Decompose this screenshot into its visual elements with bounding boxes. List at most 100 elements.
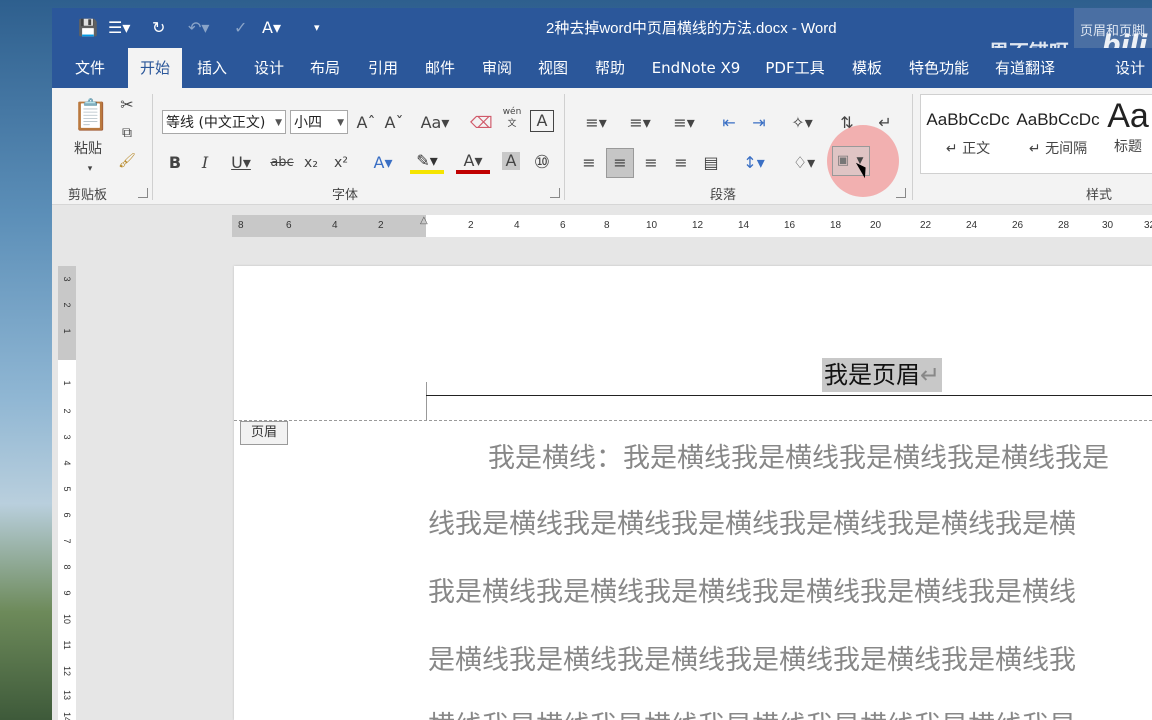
- tab-header-design[interactable]: 设计: [1108, 48, 1152, 88]
- italic-icon[interactable]: I: [196, 152, 214, 174]
- character-shading-icon[interactable]: A: [502, 152, 520, 170]
- align-left-icon[interactable]: ≡: [578, 152, 600, 174]
- style-normal[interactable]: AaBbCcDc ↵ 正文: [924, 98, 1012, 168]
- tab-templates[interactable]: 模板: [842, 48, 892, 88]
- chinese-layout-icon[interactable]: ✧▾: [784, 112, 820, 134]
- header-boundary: [234, 420, 1152, 421]
- style-heading[interactable]: Aa 标题: [1104, 98, 1152, 168]
- font-name-combo[interactable]: 等线 (中文正文) ▼: [162, 110, 286, 134]
- borders-icon[interactable]: ▣: [836, 150, 850, 172]
- tab-review[interactable]: 审阅: [472, 48, 522, 88]
- header-text[interactable]: 我是页眉↵: [822, 358, 943, 392]
- cut-icon[interactable]: ✂: [116, 94, 138, 116]
- indent-marker-icon[interactable]: △: [420, 215, 428, 226]
- chevron-down-icon[interactable]: ▼: [337, 111, 344, 135]
- tab-mailings[interactable]: 邮件: [414, 48, 466, 88]
- ruler-margin-shade: [232, 215, 426, 237]
- multilevel-list-icon[interactable]: ≡▾: [666, 112, 702, 134]
- body-line[interactable]: 我是横线我是横线我是横线我是横线我是横线我是横线: [428, 570, 1076, 609]
- ruler-tick: 7: [62, 538, 72, 544]
- horizontal-ruler[interactable]: 8 6 4 2 2 4 6 8 10 12 14 16 18 20 22 24 …: [232, 215, 1152, 237]
- tab-youdao-translate[interactable]: 有道翻译: [990, 48, 1060, 88]
- ruler-tick: 10: [646, 220, 658, 231]
- document-page[interactable]: 我是页眉↵ 页眉 我是横线：我是横线我是横线我是横线我是横线我是 线我是横线我是…: [234, 266, 1152, 720]
- bullets-icon[interactable]: ≡▾: [578, 112, 614, 134]
- vertical-ruler[interactable]: 3 2 1 1 2 3 4 5 6 7 8 9 10 11 12 13 14: [58, 266, 76, 720]
- style-name: ↵ 无间隔: [1028, 141, 1088, 157]
- margin-corner-mark: [426, 382, 427, 420]
- paste-dropdown-icon[interactable]: ▾: [80, 158, 100, 180]
- clear-formatting-icon[interactable]: ⌫: [470, 112, 493, 134]
- tab-pdf-tools[interactable]: PDF工具: [760, 48, 830, 88]
- chevron-down-icon[interactable]: ▼: [275, 111, 282, 135]
- format-painter-icon[interactable]: 🖌: [116, 150, 138, 172]
- text-effects-icon[interactable]: A▾: [366, 152, 400, 174]
- format-painter-qa-icon[interactable]: ✓: [234, 18, 247, 38]
- tab-special-features[interactable]: 特色功能: [902, 48, 976, 88]
- body-line[interactable]: 线我是横线我是横线我是横线我是横线我是横线我是横: [428, 502, 1076, 541]
- paste-button[interactable]: 粘贴: [68, 138, 108, 160]
- distributed-icon[interactable]: ▤: [700, 152, 722, 174]
- decrease-indent-icon[interactable]: ⇤: [718, 112, 740, 134]
- clipboard-launcher-icon[interactable]: [138, 188, 148, 198]
- bold-icon[interactable]: B: [166, 152, 184, 174]
- ruler-tick: 2: [62, 408, 72, 414]
- separator: [912, 94, 913, 200]
- ruler-tick: 1: [62, 380, 72, 386]
- shading-icon[interactable]: ♢▾: [786, 152, 822, 174]
- paste-icon[interactable]: 📋: [72, 96, 109, 136]
- line-spacing-icon[interactable]: ↕▾: [736, 152, 772, 174]
- save-icon[interactable]: 💾: [78, 18, 98, 38]
- increase-indent-icon[interactable]: ⇥: [748, 112, 770, 134]
- font-color-icon[interactable]: A▾: [456, 152, 490, 174]
- font-size-combo[interactable]: 小四 ▼: [290, 110, 348, 134]
- customize-qa-icon[interactable]: ▾: [314, 18, 320, 38]
- tab-home[interactable]: 开始: [128, 48, 182, 88]
- justify-icon[interactable]: ≡: [670, 152, 692, 174]
- strikethrough-icon[interactable]: abc: [268, 152, 296, 174]
- change-case-icon[interactable]: Aa▾: [418, 112, 452, 134]
- tab-layout[interactable]: 布局: [300, 48, 350, 88]
- copy-icon[interactable]: ⧉: [116, 122, 138, 144]
- tab-references[interactable]: 引用: [358, 48, 408, 88]
- style-sample: AaBbCcDc: [926, 110, 1010, 129]
- tab-design[interactable]: 设计: [244, 48, 294, 88]
- superscript-icon[interactable]: x²: [330, 152, 352, 174]
- phonetic-label: wén: [502, 107, 522, 117]
- highlight-icon[interactable]: ✎▾: [410, 152, 444, 174]
- undo-icon[interactable]: ↶▾: [188, 18, 209, 38]
- style-sample: Aa: [1107, 98, 1149, 134]
- touch-mode-icon[interactable]: ☰▾: [108, 18, 130, 38]
- tab-insert[interactable]: 插入: [186, 48, 238, 88]
- align-right-icon[interactable]: ≡: [640, 152, 662, 174]
- redo-icon[interactable]: ↻: [152, 18, 165, 38]
- ruler-tick: 8: [604, 220, 610, 231]
- ruler-tick: 8: [62, 564, 72, 570]
- tab-endnote[interactable]: EndNote X9: [646, 48, 746, 88]
- tab-view[interactable]: 视图: [528, 48, 578, 88]
- character-border-icon[interactable]: A: [530, 110, 554, 132]
- style-no-spacing[interactable]: AaBbCcDc ↵ 无间隔: [1014, 98, 1102, 168]
- align-center-icon[interactable]: ≡: [606, 148, 634, 178]
- numbering-icon[interactable]: ≡▾: [622, 112, 658, 134]
- separator: [152, 94, 153, 200]
- body-line[interactable]: 横线我是横线我是横线我是横线我是横线我是横线我是: [428, 704, 1076, 720]
- shrink-font-icon[interactable]: Aˇ: [384, 112, 404, 134]
- font-launcher-icon[interactable]: [550, 188, 560, 198]
- font-qa-icon[interactable]: A▾: [262, 18, 281, 38]
- ribbon: 📋 粘贴 ▾ ✂ ⧉ 🖌 剪贴板 等线 (中文正文) ▼ 小四 ▼ Aˆ Aˇ Aa…: [52, 88, 1152, 205]
- paragraph-launcher-icon[interactable]: [896, 188, 906, 198]
- ruler-tick: 11: [62, 640, 72, 650]
- tab-file[interactable]: 文件: [62, 48, 118, 88]
- ruler-tick: 12: [62, 665, 72, 676]
- grow-font-icon[interactable]: Aˆ: [356, 112, 376, 134]
- enclose-characters-icon[interactable]: ⑩: [532, 152, 552, 174]
- body-line[interactable]: 是横线我是横线我是横线我是横线我是横线我是横线我: [428, 638, 1076, 677]
- underline-icon[interactable]: U▾: [226, 152, 256, 174]
- ruler-tick: 32: [1144, 220, 1152, 231]
- body-line[interactable]: 我是横线：我是横线我是横线我是横线我是横线我是: [488, 436, 1109, 475]
- tab-help[interactable]: 帮助: [584, 48, 636, 88]
- phonetic-guide-icon[interactable]: wén 文: [500, 106, 524, 136]
- subscript-icon[interactable]: x₂: [300, 152, 322, 174]
- font-group-label: 字体: [332, 188, 359, 203]
